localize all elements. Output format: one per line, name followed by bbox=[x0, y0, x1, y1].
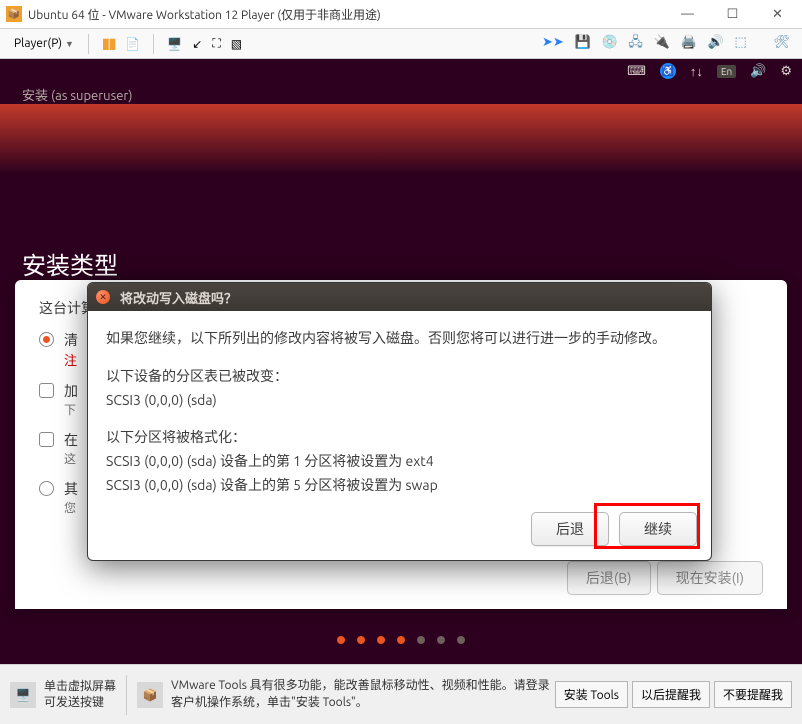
step-dot bbox=[397, 636, 405, 644]
network-icon[interactable]: 🖧 bbox=[628, 33, 643, 55]
windows-titlebar: 📦 Ubuntu 64 位 - VMware Workstation 12 Pl… bbox=[0, 0, 802, 29]
accessibility-icon[interactable]: ♿ bbox=[660, 63, 676, 79]
confirm-dialog: ✕ 将改动写入磁盘吗？ 如果您继续，以下所列出的修改内容将被写入磁盘。否则您将可… bbox=[87, 282, 712, 561]
pager-dots bbox=[0, 636, 802, 644]
install-tools-button[interactable]: 安装 Tools bbox=[555, 681, 628, 708]
separator bbox=[88, 34, 89, 54]
step-dot bbox=[357, 636, 365, 644]
tools-message: VMware Tools 具有很多功能，能改善鼠标移动性、视频和性能。请登录客户… bbox=[171, 678, 551, 712]
maximize-button[interactable]: ☐ bbox=[710, 0, 755, 29]
volume-icon[interactable]: 🔊 bbox=[750, 64, 766, 79]
page-title: 安装类型 bbox=[22, 246, 118, 281]
keyboard-icon[interactable]: ⌨ bbox=[627, 64, 646, 79]
dialog-title: 将改动写入磁盘吗？ bbox=[120, 288, 237, 307]
close-button[interactable]: ✕ bbox=[755, 0, 800, 29]
arrow-icon[interactable]: ➤➤ bbox=[542, 35, 564, 50]
guest-screen: ⌨ ♿ ↑↓ En 🔊 ⚙ 安装 (as superuser) 安装类型 这台计… bbox=[0, 59, 802, 664]
dialog-line: SCSI3 (0,0,0) (sda) 设备上的第 5 分区将被设置为 swap bbox=[106, 474, 693, 498]
unity-icon[interactable]: ↙ bbox=[192, 37, 202, 51]
install-now-button[interactable]: 现在安装(I) bbox=[657, 561, 763, 595]
dialog-line: 以下分区将被格式化： bbox=[106, 426, 693, 450]
radio-icon bbox=[39, 332, 54, 347]
statusbar-icon: 🖥️ bbox=[10, 682, 36, 708]
printer-icon[interactable]: 🖨️ bbox=[681, 35, 697, 50]
step-dot bbox=[417, 636, 425, 644]
dialog-line: 如果您继续，以下所列出的修改内容将被写入磁盘。否则您将可以进行进一步的手动修改。 bbox=[106, 327, 693, 351]
back-button[interactable]: 后退(B) bbox=[567, 561, 651, 595]
player-menu[interactable]: Player(P)▼ bbox=[8, 35, 80, 52]
guest-topbar: ⌨ ♿ ↑↓ En 🔊 ⚙ bbox=[0, 59, 802, 83]
step-dot bbox=[337, 636, 345, 644]
step-dot bbox=[377, 636, 385, 644]
dialog-titlebar[interactable]: ✕ 将改动写入磁盘吗？ bbox=[88, 283, 711, 311]
checkbox-icon bbox=[39, 432, 54, 447]
network-updown-icon[interactable]: ↑↓ bbox=[690, 64, 703, 79]
dialog-continue-button[interactable]: 继续 bbox=[619, 512, 697, 546]
cd-icon[interactable]: 💿 bbox=[601, 35, 617, 50]
minimize-button[interactable]: — bbox=[665, 0, 710, 29]
dialog-back-button[interactable]: 后退 bbox=[531, 512, 609, 546]
never-remind-button[interactable]: 不要提醒我 bbox=[714, 681, 792, 708]
radio-icon bbox=[39, 481, 54, 496]
manage-icon[interactable]: ▧ bbox=[231, 37, 242, 51]
sound-icon[interactable]: 🔊 bbox=[708, 35, 724, 50]
step-dot bbox=[437, 636, 445, 644]
fullscreen-icon[interactable]: ⛶ bbox=[212, 37, 220, 51]
checkbox-icon bbox=[39, 383, 54, 398]
statusbar: 🖥️ 单击虚拟屏幕 可发送按键 📦 VMware Tools 具有很多功能，能改… bbox=[0, 664, 802, 724]
dialog-line: SCSI3 (0,0,0) (sda) 设备上的第 1 分区将被设置为 ext4 bbox=[106, 450, 693, 474]
tools-icon[interactable]: 🛠 bbox=[773, 35, 790, 50]
disk-icon[interactable]: 💾 bbox=[575, 35, 591, 50]
language-indicator[interactable]: En bbox=[717, 65, 736, 78]
superuser-line: 安装 (as superuser) bbox=[22, 85, 802, 104]
gear-icon[interactable]: ⚙ bbox=[780, 64, 792, 79]
separator bbox=[153, 34, 154, 54]
dialog-body: 如果您继续，以下所列出的修改内容将被写入磁盘。否则您将可以进行进一步的手动修改。… bbox=[88, 311, 711, 512]
device-icon[interactable]: ⬚ bbox=[734, 35, 746, 50]
header-strip bbox=[0, 104, 802, 174]
dialog-line: 以下设备的分区表已被改变： bbox=[106, 365, 693, 389]
dialog-line: SCSI3 (0,0,0) (sda) bbox=[106, 389, 693, 413]
vmware-toolbar: Player(P)▼ ▮▮ 📄 🖥️ ↙ ⛶ ▧ ➤➤ 💾 💿 🖧 🔌 🖨️ 🔊… bbox=[0, 29, 802, 59]
statusbar-hint: 单击虚拟屏幕 可发送按键 bbox=[44, 679, 116, 710]
vmware-icon: 📦 bbox=[6, 6, 22, 22]
pause-icon[interactable]: ▮▮ bbox=[102, 35, 115, 52]
usb-icon[interactable]: 🔌 bbox=[654, 35, 670, 50]
snapshot-icon[interactable]: 📄 bbox=[125, 37, 140, 51]
tools-icon: 📦 bbox=[137, 682, 163, 708]
remind-later-button[interactable]: 以后提醒我 bbox=[632, 681, 710, 708]
dialog-close-icon[interactable]: ✕ bbox=[96, 290, 110, 304]
window-title: Ubuntu 64 位 - VMware Workstation 12 Play… bbox=[28, 6, 665, 23]
chevron-down-icon: ▼ bbox=[65, 39, 74, 49]
step-dot bbox=[457, 636, 465, 644]
send-cad-icon[interactable]: 🖥️ bbox=[167, 37, 182, 51]
separator bbox=[126, 675, 127, 715]
